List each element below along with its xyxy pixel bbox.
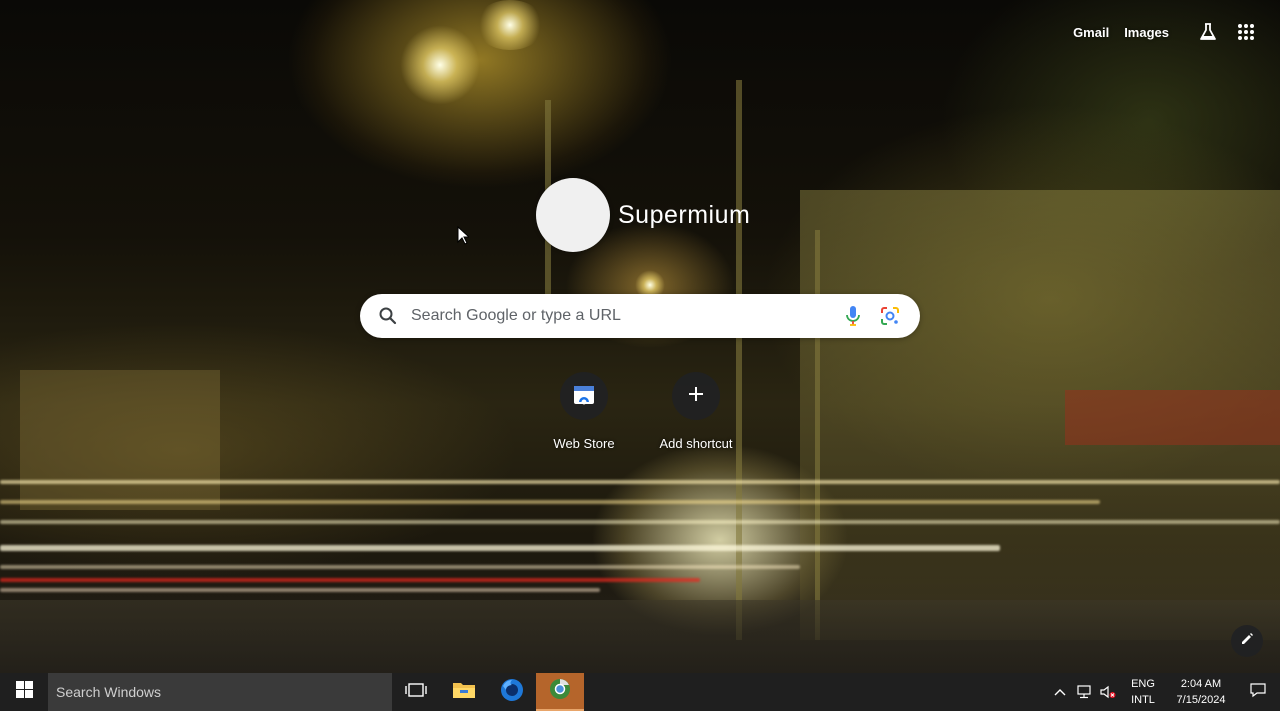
volume-muted-icon[interactable]: [1096, 673, 1120, 711]
shortcuts: Web Store Add shortcut: [528, 372, 752, 451]
firefox-icon: [500, 678, 524, 707]
folder-icon: [452, 680, 476, 705]
header-links: Gmail Images: [1073, 18, 1260, 46]
customize-button[interactable]: [1231, 625, 1263, 657]
firefox-button[interactable]: [488, 673, 536, 711]
lens-icon[interactable]: [878, 304, 902, 328]
shortcut-tile: [672, 372, 720, 420]
utility-pole: [815, 230, 820, 640]
search-input[interactable]: [411, 307, 841, 325]
light-streak: [0, 520, 1280, 524]
microphone-icon[interactable]: [841, 304, 865, 328]
mouse-cursor-icon: [457, 225, 471, 245]
language-line-1: ENG: [1131, 678, 1155, 690]
clock-date: 7/15/2024: [1176, 694, 1226, 706]
shortcut-web-store[interactable]: Web Store: [528, 372, 640, 451]
light-streak: [0, 588, 600, 592]
gmail-link[interactable]: Gmail: [1073, 25, 1109, 40]
clock[interactable]: 2:04 AM 7/15/2024: [1166, 676, 1236, 708]
network-icon[interactable]: [1072, 673, 1096, 711]
images-link[interactable]: Images: [1124, 25, 1169, 40]
clock-time: 2:04 AM: [1180, 678, 1222, 690]
screen: Gmail Images Supermium Search Google or …: [0, 0, 1280, 711]
shop-sign: [1065, 390, 1280, 445]
light-streak: [0, 578, 700, 582]
web-store-icon: [572, 382, 596, 411]
plus-icon: [687, 385, 705, 408]
building-left: [20, 370, 220, 510]
logo: Supermium: [536, 178, 750, 252]
shortcut-label: Web Store: [553, 436, 615, 451]
taskbar: Search Windows ENG INTL 2:04 AM 7/15/202…: [0, 673, 1280, 711]
language-indicator[interactable]: ENG INTL: [1124, 676, 1162, 708]
street-lamp: [400, 25, 480, 105]
taskbar-search[interactable]: Search Windows: [48, 673, 392, 711]
supermium-button[interactable]: [536, 673, 584, 711]
language-line-2: INTL: [1131, 694, 1155, 706]
task-view-button[interactable]: [392, 673, 440, 711]
shortcut-tile: [560, 372, 608, 420]
shortcut-add[interactable]: Add shortcut: [640, 372, 752, 451]
road: [0, 600, 1280, 673]
shortcut-label: Add shortcut: [659, 436, 733, 451]
file-explorer-button[interactable]: [440, 673, 488, 711]
light-streak: [0, 480, 1280, 484]
search-box[interactable]: [360, 294, 920, 338]
start-button[interactable]: [0, 673, 48, 711]
windows-logo-icon: [15, 681, 33, 703]
apps-grid-icon[interactable]: [1232, 18, 1260, 46]
light-streak: [0, 500, 1100, 504]
notification-button[interactable]: [1236, 673, 1280, 711]
pencil-icon: [1240, 632, 1254, 651]
taskbar-search-label: Search Windows: [56, 684, 162, 700]
logo-text: Supermium: [618, 200, 751, 229]
light-streak: [0, 545, 1000, 551]
task-view-icon: [405, 682, 427, 703]
system-tray: ENG INTL 2:04 AM 7/15/2024: [1048, 673, 1280, 711]
logo-circle: [536, 178, 610, 252]
search-icon: [378, 306, 398, 326]
chevron-up-icon[interactable]: [1048, 673, 1072, 711]
supermium-icon: [548, 677, 572, 706]
notification-icon: [1250, 682, 1266, 703]
flask-icon[interactable]: [1194, 18, 1222, 46]
street-lamp: [475, 0, 545, 50]
utility-pole: [736, 80, 742, 640]
light-streak: [0, 565, 800, 569]
